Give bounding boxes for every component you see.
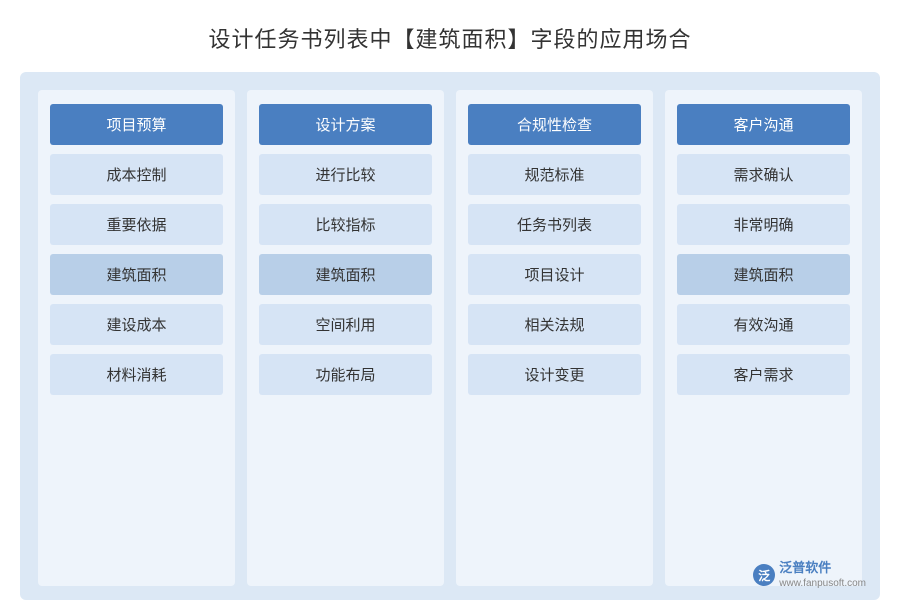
- cell-col1-0: 成本控制: [50, 154, 223, 195]
- cell-col4-0: 需求确认: [677, 154, 850, 195]
- cell-col3-3: 相关法规: [468, 304, 641, 345]
- column-header-col2: 设计方案: [259, 104, 432, 145]
- column-col2: 设计方案进行比较比较指标建筑面积空间利用功能布局: [247, 90, 444, 586]
- column-header-col3: 合规性检查: [468, 104, 641, 145]
- watermark-text: 泛普软件 www.fanpusoft.com: [779, 560, 866, 590]
- page-title: 设计任务书列表中【建筑面积】字段的应用场合: [208, 0, 691, 72]
- watermark: 泛 泛普软件 www.fanpusoft.com: [753, 560, 866, 590]
- cell-col3-1: 任务书列表: [468, 204, 641, 245]
- cell-col1-4: 材料消耗: [50, 354, 223, 395]
- watermark-icon: 泛: [753, 564, 775, 586]
- cell-col3-4: 设计变更: [468, 354, 641, 395]
- column-col4: 客户沟通需求确认非常明确建筑面积有效沟通客户需求: [665, 90, 862, 586]
- cell-col4-2: 建筑面积: [677, 254, 850, 295]
- cell-col4-3: 有效沟通: [677, 304, 850, 345]
- column-header-col4: 客户沟通: [677, 104, 850, 145]
- cell-col2-4: 功能布局: [259, 354, 432, 395]
- cell-col2-0: 进行比较: [259, 154, 432, 195]
- cell-col3-2: 项目设计: [468, 254, 641, 295]
- cell-col1-2: 建筑面积: [50, 254, 223, 295]
- cell-col2-2: 建筑面积: [259, 254, 432, 295]
- cell-col2-1: 比较指标: [259, 204, 432, 245]
- column-col3: 合规性检查规范标准任务书列表项目设计相关法规设计变更: [456, 90, 653, 586]
- cell-col1-1: 重要依据: [50, 204, 223, 245]
- main-container: 项目预算成本控制重要依据建筑面积建设成本材料消耗设计方案进行比较比较指标建筑面积…: [20, 72, 880, 600]
- cell-col4-1: 非常明确: [677, 204, 850, 245]
- cell-col2-3: 空间利用: [259, 304, 432, 345]
- column-col1: 项目预算成本控制重要依据建筑面积建设成本材料消耗: [38, 90, 235, 586]
- cell-col1-3: 建设成本: [50, 304, 223, 345]
- column-header-col1: 项目预算: [50, 104, 223, 145]
- cell-col4-4: 客户需求: [677, 354, 850, 395]
- cell-col3-0: 规范标准: [468, 154, 641, 195]
